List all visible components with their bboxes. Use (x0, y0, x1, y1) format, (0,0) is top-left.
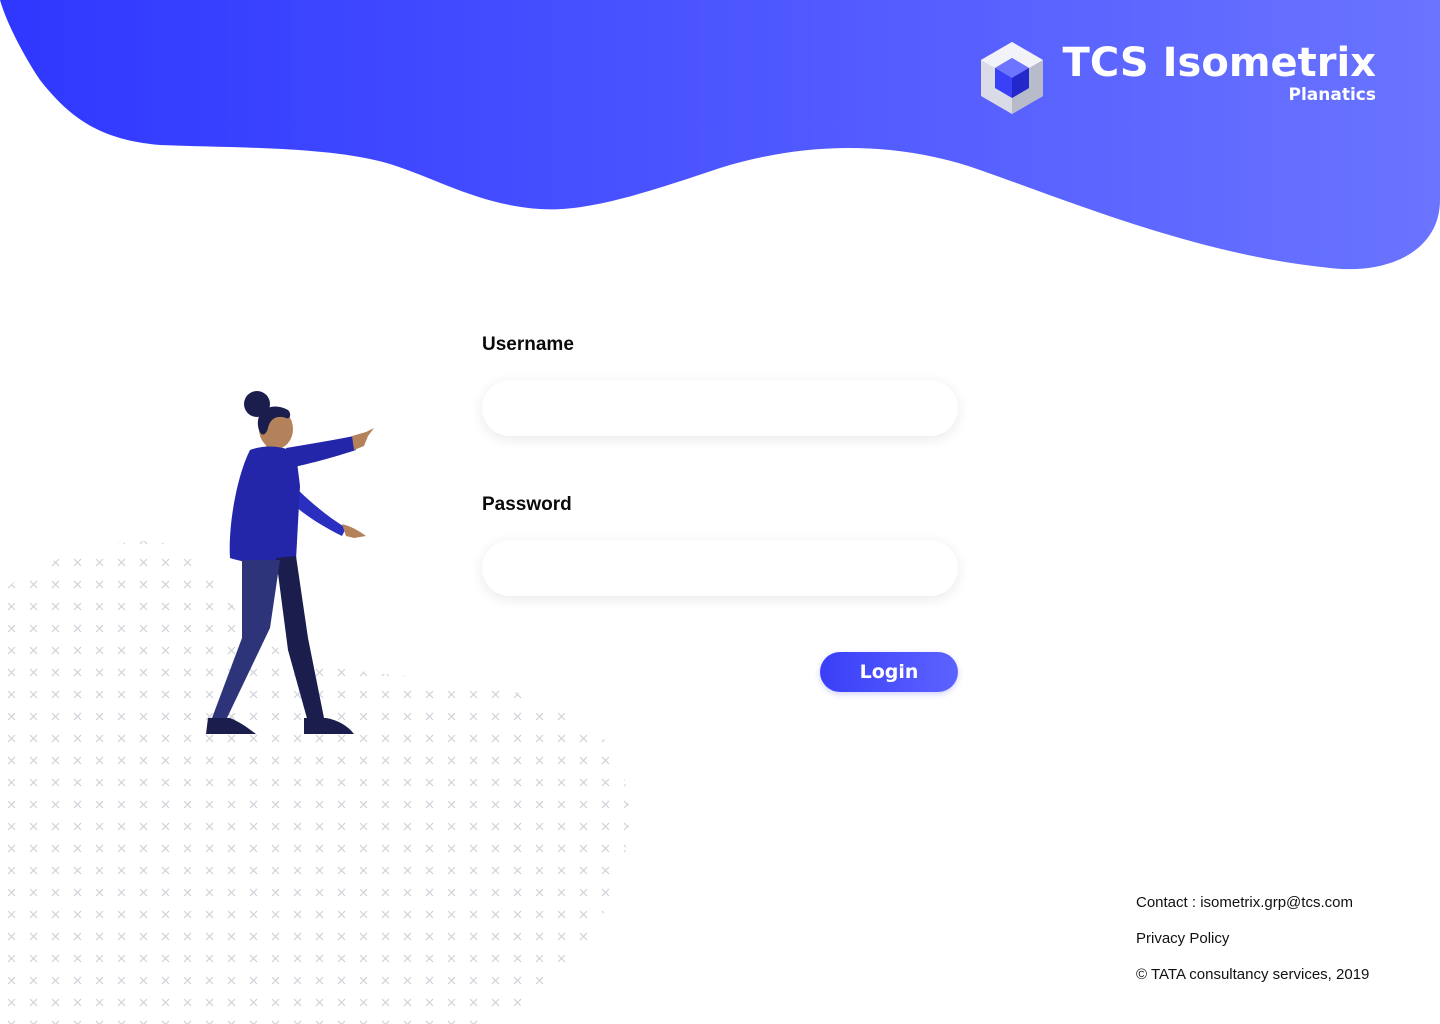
brand-header: TCS Isometrix Planatics (979, 40, 1376, 116)
brand-name: TCS Isometrix (1062, 40, 1376, 86)
brand-text: TCS Isometrix Planatics (1063, 40, 1376, 105)
password-group: Password (482, 494, 958, 596)
login-page: TCS Isometrix Planatics Username Passwor… (0, 0, 1440, 1024)
privacy-policy-link[interactable]: Privacy Policy (1136, 929, 1369, 965)
login-button[interactable]: Login (820, 652, 958, 692)
password-input[interactable] (482, 540, 958, 596)
copyright-text: © TATA consultancy services, 2019 (1136, 966, 1370, 983)
footer: Contact : isometrix.grp@tcs.com Privacy … (1136, 893, 1369, 1001)
woman-pointing-illustration (206, 391, 374, 734)
login-row: Login (482, 652, 958, 692)
contact-text[interactable]: Contact : isometrix.grp@tcs.com (1136, 893, 1369, 929)
hexagon-cube-logo-icon (980, 42, 1043, 114)
username-group: Username (482, 334, 958, 436)
brand-subtitle: Planatics (1288, 85, 1376, 105)
username-label: Username (482, 334, 574, 355)
login-form: Username Password Login (482, 334, 958, 692)
username-input[interactable] (482, 380, 958, 436)
password-label: Password (482, 494, 572, 515)
